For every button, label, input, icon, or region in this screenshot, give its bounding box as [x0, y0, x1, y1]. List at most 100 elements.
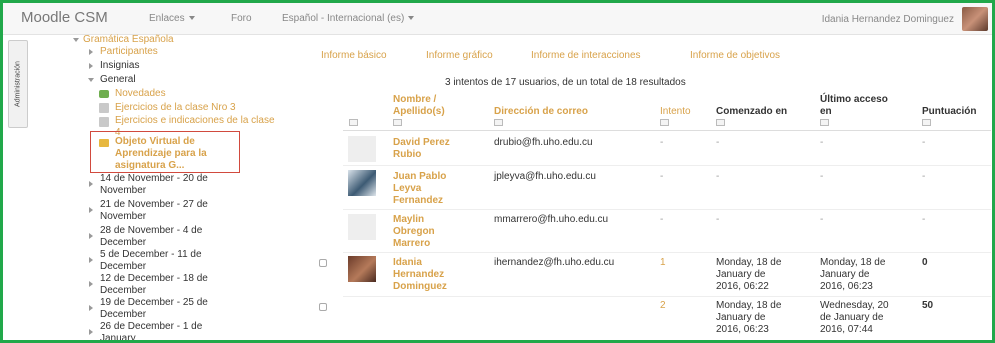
started-value: January de	[716, 269, 766, 280]
header-attempt[interactable]: Intento	[660, 106, 691, 118]
assignment-icon	[99, 117, 109, 127]
row-divider	[343, 296, 991, 297]
header-name-line2[interactable]: Apellido(s)	[393, 106, 445, 118]
last-access-value: 2016, 07:44	[820, 324, 873, 335]
attempt-value: -	[660, 137, 664, 148]
tree-item-selected-line2[interactable]: Aprendizaje para la	[115, 148, 207, 160]
collapsed-arrow-icon[interactable]	[89, 233, 93, 239]
user-name[interactable]: Marrero	[393, 238, 430, 250]
tree-badges[interactable]: Insignias	[100, 60, 139, 72]
nav-enlaces[interactable]: Enlaces	[149, 13, 195, 24]
tree-week-2-a[interactable]: 21 de November - 27 de	[100, 199, 208, 211]
score-value: -	[922, 137, 926, 148]
collapse-column-icon[interactable]	[820, 119, 829, 126]
tree-item-novedades[interactable]: Novedades	[115, 88, 166, 100]
user-name[interactable]: Rubio	[393, 149, 421, 161]
avatar[interactable]	[348, 170, 376, 196]
started-value: Monday, 18 de	[716, 257, 782, 268]
tab-informe-interacciones[interactable]: Informe de interacciones	[531, 50, 641, 61]
attempt-value: -	[660, 171, 664, 182]
collapse-column-icon[interactable]	[393, 119, 402, 126]
top-navbar: Moodle CSM Enlaces Foro Español - Intern…	[3, 3, 992, 35]
header-last-line1[interactable]: Último acceso	[820, 94, 888, 106]
collapsed-arrow-icon[interactable]	[89, 63, 93, 69]
tree-week-6-a[interactable]: 19 de December - 25 de	[100, 297, 208, 309]
user-name[interactable]: Fernandez	[393, 195, 443, 207]
collapsed-arrow-icon[interactable]	[89, 257, 93, 263]
last-access-value: January de	[820, 269, 870, 280]
last-access-value: -	[820, 137, 824, 148]
user-name[interactable]: Obregon	[393, 226, 435, 238]
tree-week-3-a[interactable]: 28 de November - 4 de	[100, 225, 202, 237]
avatar[interactable]	[348, 256, 376, 282]
expanded-arrow-icon[interactable]	[73, 38, 79, 42]
scorm-package-icon	[99, 139, 109, 147]
admin-tab-label: Administración	[14, 61, 22, 107]
chevron-down-icon	[408, 16, 415, 21]
collapsed-arrow-icon[interactable]	[89, 49, 93, 55]
attempt-link[interactable]: 2	[660, 300, 666, 312]
header-score[interactable]: Puntuación	[922, 106, 976, 118]
user-avatar[interactable]	[962, 7, 988, 31]
header-email[interactable]: Dirección de correo	[494, 106, 588, 118]
user-name[interactable]: Idania	[393, 257, 422, 269]
language-menu[interactable]: Español - Internacional (es)	[282, 13, 415, 24]
user-name[interactable]: Dominguez	[393, 281, 447, 293]
tree-week-4-a[interactable]: 5 de December - 11 de	[100, 249, 202, 261]
header-name-line1[interactable]: Nombre /	[393, 94, 436, 106]
score-value: 0	[922, 257, 928, 268]
row-checkbox[interactable]	[319, 303, 327, 311]
tree-general[interactable]: General	[100, 74, 136, 86]
tree-item-selected-line3[interactable]: asignatura G...	[115, 160, 184, 172]
started-value: 2016, 06:23	[716, 324, 769, 335]
collapsed-arrow-icon[interactable]	[89, 207, 93, 213]
nav-foro[interactable]: Foro	[231, 13, 252, 24]
user-name[interactable]: David Perez	[393, 137, 450, 149]
tab-informe-basico[interactable]: Informe básico	[321, 50, 387, 61]
tree-item-selected-line1[interactable]: Objeto Virtual de	[115, 136, 195, 148]
user-name[interactable]: Hernandez	[393, 269, 444, 281]
tree-week-1-b[interactable]: November	[100, 185, 146, 197]
avatar[interactable]	[348, 214, 376, 240]
tree-week-7-a[interactable]: 26 de December - 1 de	[100, 321, 202, 333]
tree-course[interactable]: Gramática Española	[83, 34, 174, 46]
tree-week-4-b[interactable]: December	[100, 261, 146, 273]
started-value: January de	[716, 312, 766, 323]
collapse-column-icon[interactable]	[716, 119, 725, 126]
row-divider	[343, 252, 991, 253]
header-started[interactable]: Comenzado en	[716, 106, 787, 118]
row-divider	[343, 209, 991, 210]
collapse-column-icon[interactable]	[922, 119, 931, 126]
site-brand[interactable]: Moodle CSM	[21, 9, 108, 26]
last-access-value: -	[820, 214, 824, 225]
assignment-icon	[99, 103, 109, 113]
tree-week-7-b[interactable]: January	[100, 333, 136, 340]
user-name[interactable]: Maylin	[393, 214, 424, 226]
tree-week-6-b[interactable]: December	[100, 309, 146, 321]
user-name[interactable]: Leyva	[393, 183, 421, 195]
tree-participants[interactable]: Participantes	[100, 46, 158, 58]
header-last-line2[interactable]: en	[820, 106, 832, 118]
tree-week-2-b[interactable]: November	[100, 211, 146, 223]
tree-week-3-b[interactable]: December	[100, 237, 146, 249]
tab-informe-objetivos[interactable]: Informe de objetivos	[690, 50, 780, 61]
user-menu[interactable]: Idania Hernandez Dominguez	[822, 14, 954, 25]
user-name[interactable]: Juan Pablo	[393, 171, 446, 183]
tab-informe-grafico[interactable]: Informe gráfico	[426, 50, 493, 61]
expanded-arrow-icon[interactable]	[88, 78, 94, 82]
tree-week-5-b[interactable]: December	[100, 285, 146, 297]
collapse-column-icon[interactable]	[349, 119, 358, 126]
tree-item-ejercicios-3[interactable]: Ejercicios de la clase Nro 3	[115, 102, 236, 114]
admin-block-tab[interactable]: Administración	[8, 40, 28, 128]
tree-week-1-a[interactable]: 14 de November - 20 de	[100, 173, 208, 185]
collapse-column-icon[interactable]	[494, 119, 503, 126]
attempt-link[interactable]: 1	[660, 257, 666, 269]
row-checkbox[interactable]	[319, 259, 327, 267]
collapsed-arrow-icon[interactable]	[89, 305, 93, 311]
collapse-column-icon[interactable]	[660, 119, 669, 126]
avatar[interactable]	[348, 136, 376, 162]
collapsed-arrow-icon[interactable]	[89, 281, 93, 287]
tree-week-5-a[interactable]: 12 de December - 18 de	[100, 273, 208, 285]
collapsed-arrow-icon[interactable]	[89, 181, 93, 187]
collapsed-arrow-icon[interactable]	[89, 329, 93, 335]
